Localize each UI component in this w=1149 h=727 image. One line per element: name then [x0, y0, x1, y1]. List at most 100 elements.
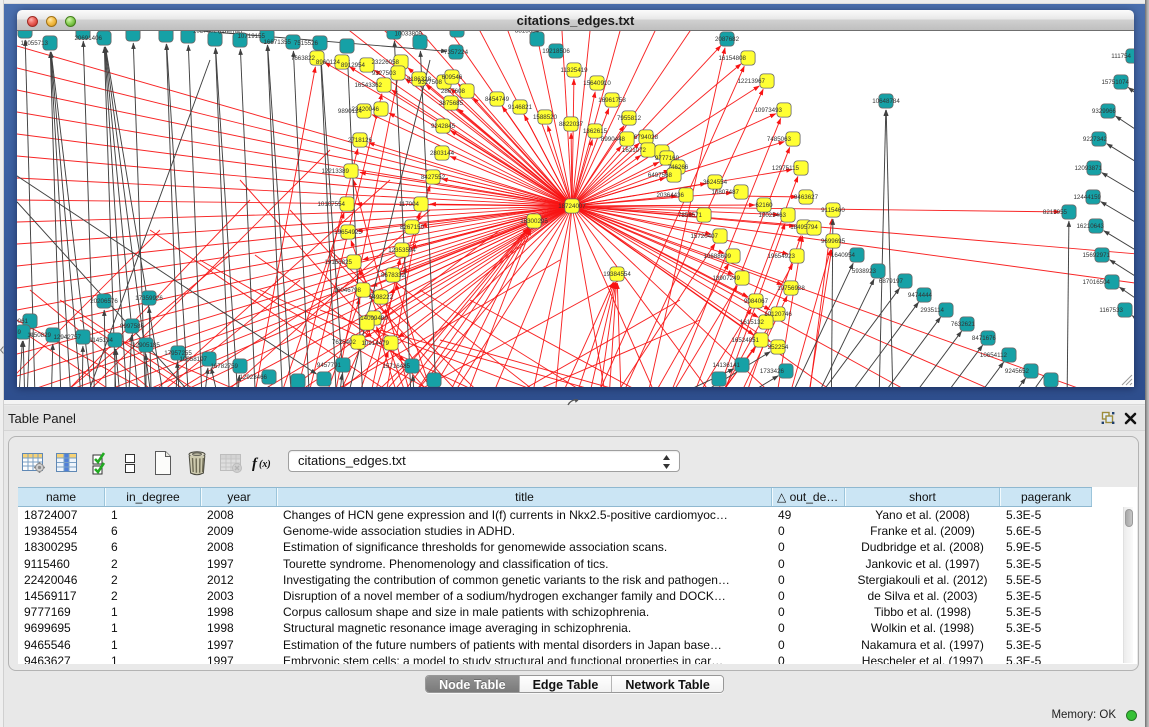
graph-edge[interactable] [1102, 173, 1134, 246]
table-cell[interactable]: 9777169 [18, 604, 105, 620]
table-cell[interactable]: 9699695 [18, 620, 105, 636]
table-cell[interactable]: 9463627 [18, 653, 105, 664]
table-row[interactable]: 977716911998Corpus callosum shape and si… [18, 604, 1137, 620]
table-cell[interactable]: 18724007 [18, 507, 105, 523]
table-cell[interactable]: 2 [105, 588, 201, 604]
graph-edge[interactable] [1128, 87, 1134, 160]
graph-edge[interactable] [572, 206, 1134, 289]
table-cell[interactable]: 1 [105, 620, 201, 636]
create-column-button[interactable] [150, 450, 176, 476]
table-cell[interactable]: Changes of HCN gene expression and I(f) … [277, 507, 772, 523]
table-cell[interactable]: 2 [105, 572, 201, 588]
graph-edge[interactable] [814, 362, 1004, 387]
table-cell[interactable]: 0 [772, 604, 845, 620]
graph-edge[interactable] [772, 331, 962, 387]
table-cell[interactable]: 9115460 [18, 556, 105, 572]
graph-edge[interactable] [1104, 231, 1134, 304]
vertical-scrollbar[interactable] [1123, 507, 1133, 663]
left-collapse-icon[interactable] [0, 346, 4, 356]
graph-edge[interactable] [340, 374, 342, 387]
table-cell[interactable]: 5.6E-5 [1000, 523, 1092, 539]
table-cell[interactable]: 1997 [201, 637, 277, 653]
table-cell[interactable]: 0 [772, 653, 845, 664]
graph-edge[interactable] [610, 376, 778, 387]
table-cell[interactable]: 6 [105, 523, 201, 539]
graph-node[interactable] [159, 31, 173, 42]
table-cell[interactable]: Nakamura et al. (1997) [845, 637, 1000, 653]
table-cell[interactable]: 5.3E-5 [1000, 653, 1092, 664]
tab-edge-table[interactable]: Edge Table [520, 676, 613, 692]
graph-edge[interactable] [572, 205, 755, 206]
table-row[interactable]: 1872400712008Changes of HCN gene express… [18, 507, 1137, 523]
graph-edge[interactable] [129, 335, 132, 387]
table-cell[interactable]: 9465546 [18, 637, 105, 653]
table-cell[interactable]: 19384554 [18, 523, 105, 539]
table-cell[interactable]: 0 [772, 572, 845, 588]
table-cell[interactable]: 5.3E-5 [1000, 620, 1092, 636]
column-header-year[interactable]: year [201, 488, 277, 506]
table-cell[interactable]: 0 [772, 637, 845, 653]
graph-node[interactable] [291, 374, 305, 387]
table-cell[interactable]: 1 [105, 653, 201, 664]
graph-edge[interactable] [17, 206, 572, 254]
graph-edge[interactable] [1110, 260, 1134, 333]
table-row[interactable]: 946362711997Embryonic stem cells: a mode… [18, 653, 1137, 664]
table-row[interactable]: 1456911722003Disruption of a novel membe… [18, 588, 1137, 604]
table-row[interactable]: 2242004622012Investigating the contribut… [18, 572, 1137, 588]
graph-edge[interactable] [1064, 221, 1069, 387]
graph-edge[interactable] [1119, 287, 1134, 360]
left-split-strip[interactable] [0, 0, 4, 727]
graph-node[interactable] [1044, 373, 1058, 387]
table-cell[interactable]: Wolkin et al. (1998) [845, 620, 1000, 636]
table-cell[interactable]: Genome-wide association studies in ADHD. [277, 523, 772, 539]
table-cell[interactable]: Dudbridge et al. (2008) [845, 539, 1000, 555]
table-cell[interactable]: 5.3E-5 [1000, 507, 1092, 523]
graph-node[interactable] [317, 372, 331, 386]
table-cell[interactable]: 5.9E-5 [1000, 539, 1092, 555]
table-cell[interactable]: 5.3E-5 [1000, 556, 1092, 572]
table-cell[interactable]: Hescheler et al. (1997) [845, 653, 1000, 664]
table-cell[interactable]: 5.5E-5 [1000, 572, 1092, 588]
table-row[interactable]: 1938455462009Genome-wide association stu… [18, 523, 1137, 539]
table-cell[interactable]: Tourette syndrome. Phenomenology and cla… [277, 556, 772, 572]
graph-edge[interactable] [572, 155, 641, 206]
graph-edge[interactable] [176, 362, 178, 387]
float-panel-icon[interactable] [1101, 411, 1115, 425]
table-cell[interactable]: 2009 [201, 523, 277, 539]
table-cell[interactable]: Investigating the contribution of common… [277, 572, 772, 588]
table-cell[interactable]: 2 [105, 556, 201, 572]
column-header-out_de[interactable]: △ out_de… [772, 488, 845, 506]
graph-edge[interactable] [560, 244, 715, 388]
table-cell[interactable]: Tibbo et al. (1998) [845, 604, 1000, 620]
graph-edge[interactable] [1101, 202, 1134, 275]
table-cell[interactable]: 1 [105, 507, 201, 523]
table-cell[interactable]: 1 [105, 604, 201, 620]
graph-node[interactable] [427, 373, 441, 387]
table-cell[interactable]: 5.3E-5 [1000, 604, 1092, 620]
graph-node[interactable] [18, 31, 32, 38]
table-row[interactable]: 969969511998Structural magnetic resonanc… [18, 620, 1137, 636]
table-cell[interactable]: Corpus callosum shape and size in male p… [277, 604, 772, 620]
graph-edge[interactable] [886, 110, 899, 387]
table-row[interactable]: 911546021997Tourette syndrome. Phenomeno… [18, 556, 1137, 572]
table-select-combo[interactable]: citations_edges.txt [288, 450, 680, 472]
table-mode-button[interactable] [20, 450, 46, 476]
scrollbar-thumb[interactable] [1125, 509, 1133, 527]
delete-columns-button[interactable] [184, 450, 210, 476]
table-cell[interactable]: 0 [772, 620, 845, 636]
table-cell[interactable]: 1998 [201, 604, 277, 620]
graph-edge[interactable] [81, 346, 83, 387]
table-cell[interactable]: 2012 [201, 572, 277, 588]
graph-edge[interactable] [576, 283, 616, 387]
graph-edge[interactable] [1107, 144, 1134, 217]
table-cell[interactable]: 0 [772, 556, 845, 572]
delete-table-button[interactable] [218, 450, 244, 476]
graph-edge[interactable] [17, 341, 22, 387]
table-cell[interactable]: 0 [772, 588, 845, 604]
graph-edge[interactable] [215, 48, 244, 387]
table-cell[interactable]: Estimation of the future numbers of pati… [277, 637, 772, 653]
graph-node[interactable] [126, 31, 140, 41]
graph-edge[interactable] [572, 206, 1134, 387]
graph-edge[interactable] [133, 43, 158, 387]
graph-node[interactable] [450, 31, 464, 37]
